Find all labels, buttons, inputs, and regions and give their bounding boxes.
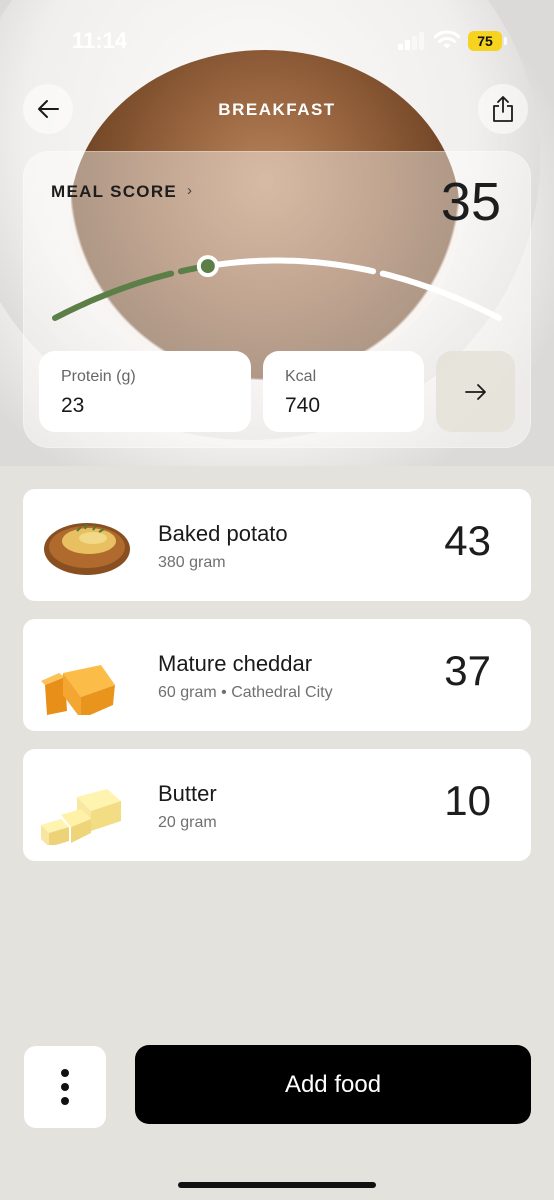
food-score: 37 [444,647,491,694]
butter-icon [41,789,121,845]
baked-potato-icon [44,523,130,575]
protein-value: 23 [61,394,85,417]
gauge-knob [196,255,219,278]
food-detail: 60 gram • Cathedral City [158,684,333,701]
food-item[interactable]: Baked potato 380 gram 43 [23,489,531,601]
food-name: Baked potato [158,521,288,546]
food-item[interactable]: Butter 20 gram 10 [23,749,531,861]
add-food-button[interactable]: Add food [135,1045,531,1124]
food-detail: 380 gram [158,554,226,571]
battery-indicator: 75 [468,31,507,51]
food-detail: 20 gram [158,814,217,831]
kcal-label: Kcal [285,368,317,385]
gauge-segment [209,257,377,275]
wifi-icon [434,30,460,49]
food-name: Mature cheddar [158,651,313,676]
stats-more-button[interactable] [436,351,515,432]
food-score: 10 [444,777,491,824]
gauge-segment [52,270,175,321]
cell-signal-icon [398,32,426,50]
gauge-segment [379,270,502,321]
share-icon [493,96,513,122]
kcal-value: 740 [285,394,321,417]
status-time: 11:14 [72,28,128,53]
food-score: 43 [444,517,491,564]
page-title: BREAKFAST [218,100,336,119]
share-button[interactable] [478,84,528,134]
food-item[interactable]: Mature cheddar 60 gram • Cathedral City … [23,619,531,731]
kcal-stat[interactable]: Kcal 740 [263,351,424,432]
meal-score-gauge [52,255,502,321]
arrow-right-icon [464,383,486,400]
more-dot [61,1083,69,1091]
more-dots-icon [61,1069,69,1077]
more-dot [61,1097,69,1105]
protein-label: Protein (g) [61,368,136,385]
food-name: Butter [158,781,217,806]
cheddar-icon [41,665,115,715]
more-options-button[interactable] [24,1046,106,1128]
status-bar: 11:14 75 [0,0,554,80]
protein-stat[interactable]: Protein (g) 23 [39,351,251,432]
meal-score-card: MEAL SCORE › 35 Protein (g) 23 Kcal 740 [23,151,531,448]
home-indicator[interactable] [178,1182,376,1188]
